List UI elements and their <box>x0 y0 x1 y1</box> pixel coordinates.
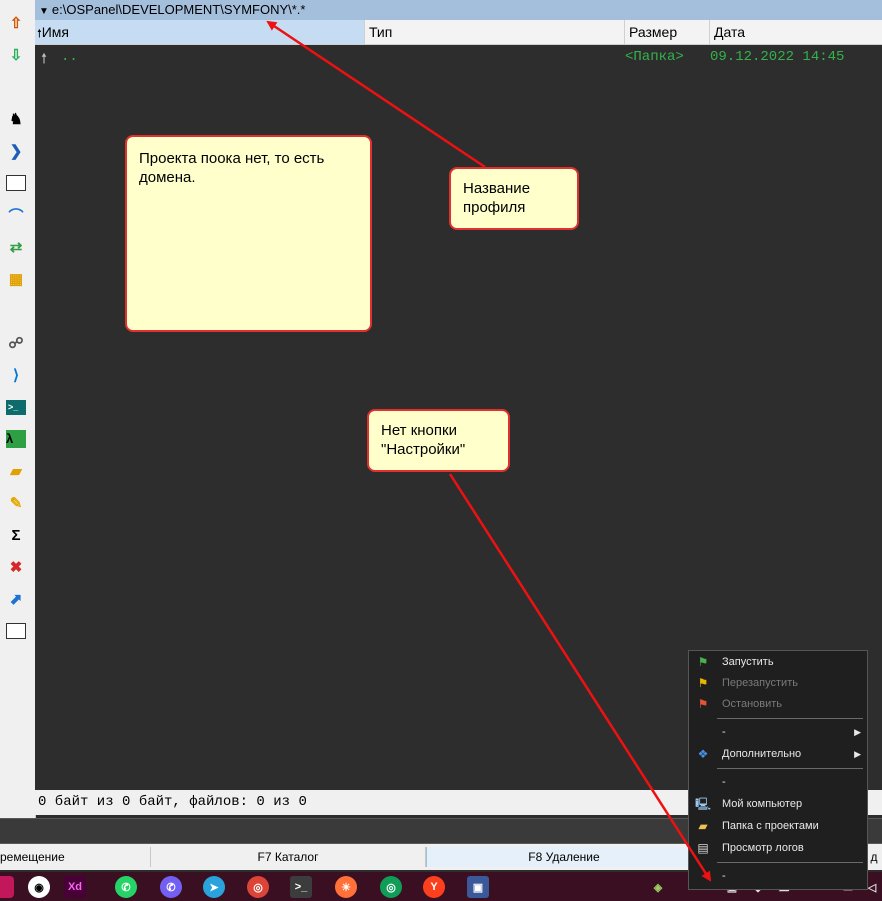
annotation-arrows <box>266 20 712 882</box>
arrow-to-tray-menu <box>448 473 712 882</box>
arrow-to-profile-name <box>266 20 486 169</box>
